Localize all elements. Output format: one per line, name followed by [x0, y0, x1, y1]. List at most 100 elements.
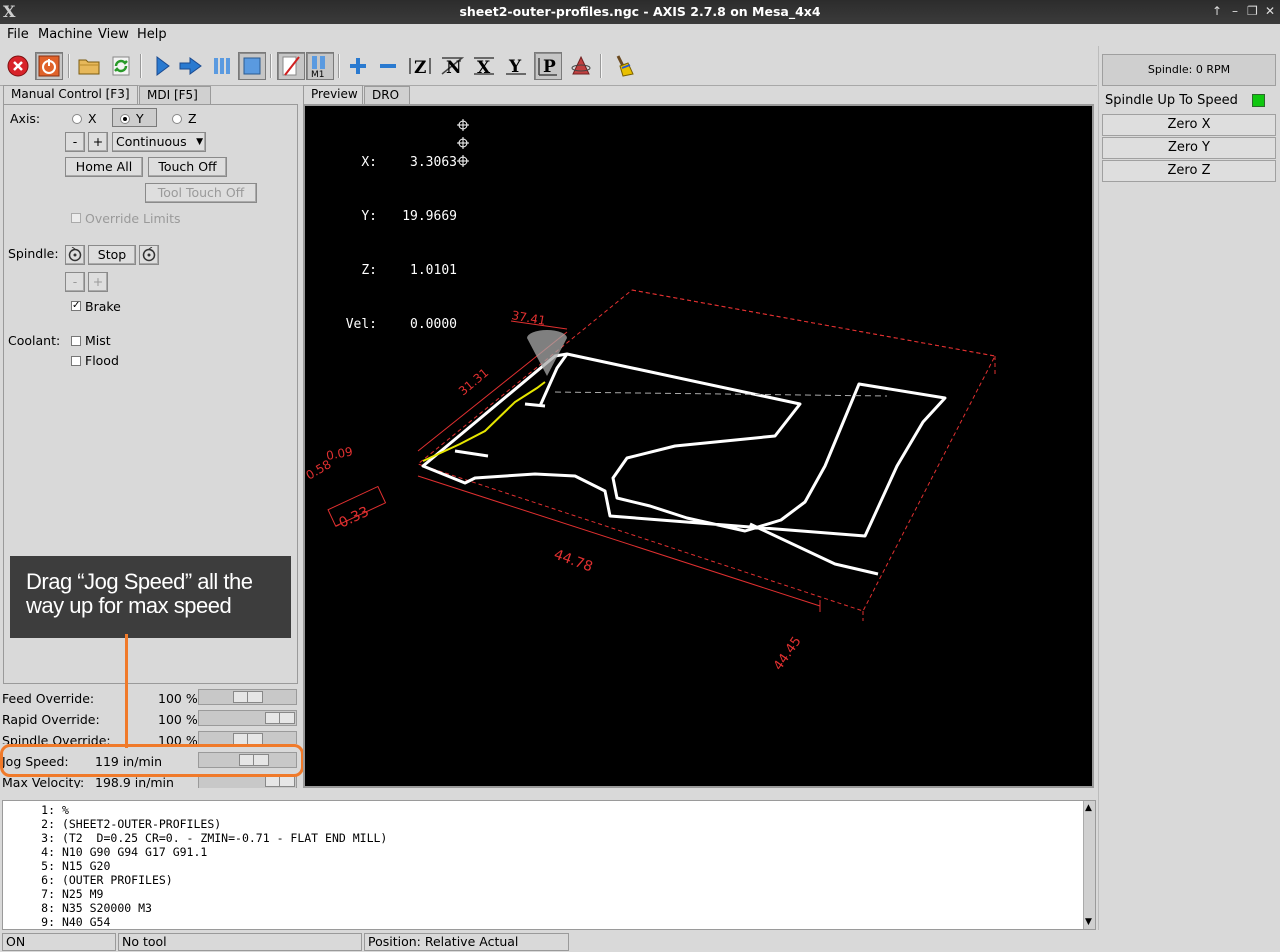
zoom-in-icon[interactable] [344, 52, 372, 80]
gcode-line: 3: (T2 D=0.25 CR=0. - ZMIN=-0.71 - FLAT … [41, 831, 388, 845]
rotate-icon[interactable] [567, 52, 595, 80]
window-maximize-icon[interactable]: ❐ [1247, 4, 1258, 18]
dim-label-z: -0.33 [332, 504, 372, 534]
tab-preview[interactable]: Preview [303, 85, 363, 105]
mist-label: Mist [85, 333, 111, 348]
tab-dro[interactable]: DRO [364, 86, 410, 105]
pause-icon[interactable] [208, 52, 236, 80]
tutorial-callout: Drag “Jog Speed” all the way up for max … [10, 556, 291, 638]
slider-thumb[interactable] [265, 712, 295, 724]
dim-label-y: 44.45 [771, 634, 805, 673]
gcode-listing[interactable]: 1: % 2: (SHEET2-OUTER-PROFILES) 3: (T2 D… [2, 800, 1096, 930]
axis-z-radio[interactable] [172, 114, 182, 124]
tab-mdi[interactable]: MDI [F5] [139, 86, 211, 105]
tool-cone-icon [527, 330, 567, 376]
gcode-line: 7: N25 M9 [41, 887, 104, 901]
zero-x-button[interactable]: Zero X [1102, 114, 1276, 136]
axis-y-label[interactable]: Y [136, 111, 144, 126]
override-limits-checkbox[interactable] [71, 213, 81, 223]
spindle-up-to-speed-label: Spindle Up To Speed [1105, 93, 1238, 108]
rapid-override-value: 100 % [158, 712, 198, 727]
max-velocity-value: 198.9 in/min [95, 776, 174, 788]
callout-line-2: way up for max speed [26, 593, 232, 618]
flood-checkbox[interactable] [71, 356, 81, 366]
run-icon[interactable] [148, 52, 176, 80]
menu-view[interactable]: View [98, 27, 129, 42]
menu-file[interactable]: File [7, 27, 29, 42]
gcode-scrollbar[interactable]: ▲ ▼ [1083, 801, 1095, 929]
slider-thumb[interactable] [265, 776, 295, 787]
step-icon[interactable] [177, 52, 205, 80]
toolbar-separator [140, 54, 142, 78]
right-panel: Spindle: 0 RPM Spindle Up To Speed Zero … [1098, 46, 1280, 930]
gcode-line: 6: (OUTER PROFILES) [41, 873, 173, 887]
axis-x-label[interactable]: X [88, 111, 97, 126]
slider-thumb[interactable] [233, 733, 263, 744]
preview-canvas[interactable]: X: 3.3063 Y: 19.9669 Z: 1.0101 Vel: 0.0000 3… [303, 104, 1094, 788]
brake-checkbox[interactable]: ✓ [71, 301, 81, 311]
toolbar-separator [68, 54, 70, 78]
rapid-override-slider[interactable] [198, 710, 297, 726]
spindle-slower-button[interactable]: - [65, 272, 85, 292]
jog-plus-button[interactable]: + [88, 132, 108, 152]
spindle-faster-button[interactable]: + [88, 272, 108, 292]
menu-machine[interactable]: Machine [38, 27, 92, 42]
estop-icon[interactable] [4, 52, 32, 80]
zero-z-button[interactable]: Zero Z [1102, 160, 1276, 182]
jog-mode-select[interactable]: Continuous ▼ [112, 132, 206, 152]
window-minimize-icon[interactable]: – [1232, 4, 1238, 18]
feed-override-slider[interactable] [198, 689, 297, 705]
reload-icon[interactable] [107, 52, 135, 80]
svg-text:P: P [543, 57, 556, 77]
status-machine-state: ON [2, 933, 116, 951]
machine-limits-box [416, 289, 996, 621]
view-p-icon[interactable]: P [534, 52, 562, 80]
slider-thumb[interactable] [233, 691, 263, 703]
status-tool: No tool [118, 933, 362, 951]
stop-icon[interactable] [238, 52, 266, 80]
tab-manual-control[interactable]: Manual Control [F3] [3, 85, 138, 105]
view-z2-icon[interactable]: N [438, 52, 466, 80]
power-icon[interactable] [35, 52, 63, 80]
feed-override-value: 100 % [158, 691, 198, 706]
block-delete-icon[interactable] [277, 52, 305, 80]
open-folder-icon[interactable] [75, 52, 103, 80]
view-z-icon[interactable]: Z [406, 52, 434, 80]
spindle-cw-button[interactable] [139, 245, 159, 265]
spindle-stop-button[interactable]: Stop [88, 245, 136, 265]
gcode-line: 9: N40 G54 [41, 915, 111, 929]
flood-label: Flood [85, 353, 119, 368]
mist-checkbox[interactable] [71, 336, 81, 346]
jog-mode-value: Continuous [116, 134, 187, 149]
window-raise-icon[interactable]: ↑ [1212, 4, 1222, 18]
window-close-icon[interactable]: ✕ [1265, 4, 1275, 18]
jog-minus-button[interactable]: - [65, 132, 85, 152]
brake-label: Brake [85, 299, 121, 314]
feed-override-row: Feed Override: 100 % [2, 688, 298, 708]
zoom-out-icon[interactable] [374, 52, 402, 80]
svg-text:Z: Z [414, 58, 426, 78]
scroll-up-icon[interactable]: ▲ [1085, 803, 1092, 813]
touch-off-button[interactable]: Touch Off [148, 157, 227, 177]
dim-label-top: 37.41 [510, 308, 546, 328]
view-x-icon[interactable]: X [470, 52, 498, 80]
tool-touch-off-button[interactable]: Tool Touch Off [145, 183, 257, 203]
axis-y-selected-box[interactable] [112, 108, 157, 127]
spindle-override-slider[interactable] [198, 731, 297, 744]
menu-bar: File Machine View Help [0, 24, 1280, 46]
axis-x-radio[interactable] [72, 114, 82, 124]
optional-stop-icon[interactable]: M1 [306, 52, 334, 80]
zero-y-button[interactable]: Zero Y [1102, 137, 1276, 159]
gcode-line: 8: N35 S20000 M3 [41, 901, 152, 915]
axis-y-radio[interactable] [120, 114, 130, 124]
menu-help[interactable]: Help [137, 27, 167, 42]
clear-plot-icon[interactable] [610, 52, 638, 80]
home-all-button[interactable]: Home All [65, 157, 143, 177]
scroll-down-icon[interactable]: ▼ [1085, 917, 1092, 927]
toolpath-profile [421, 352, 947, 576]
spindle-ccw-button[interactable] [65, 245, 85, 265]
gcode-line: 4: N10 G90 G94 G17 G91.1 [41, 845, 208, 859]
view-y-icon[interactable]: Y [502, 52, 530, 80]
max-velocity-slider[interactable] [198, 776, 297, 788]
axis-z-label[interactable]: Z [188, 111, 197, 126]
